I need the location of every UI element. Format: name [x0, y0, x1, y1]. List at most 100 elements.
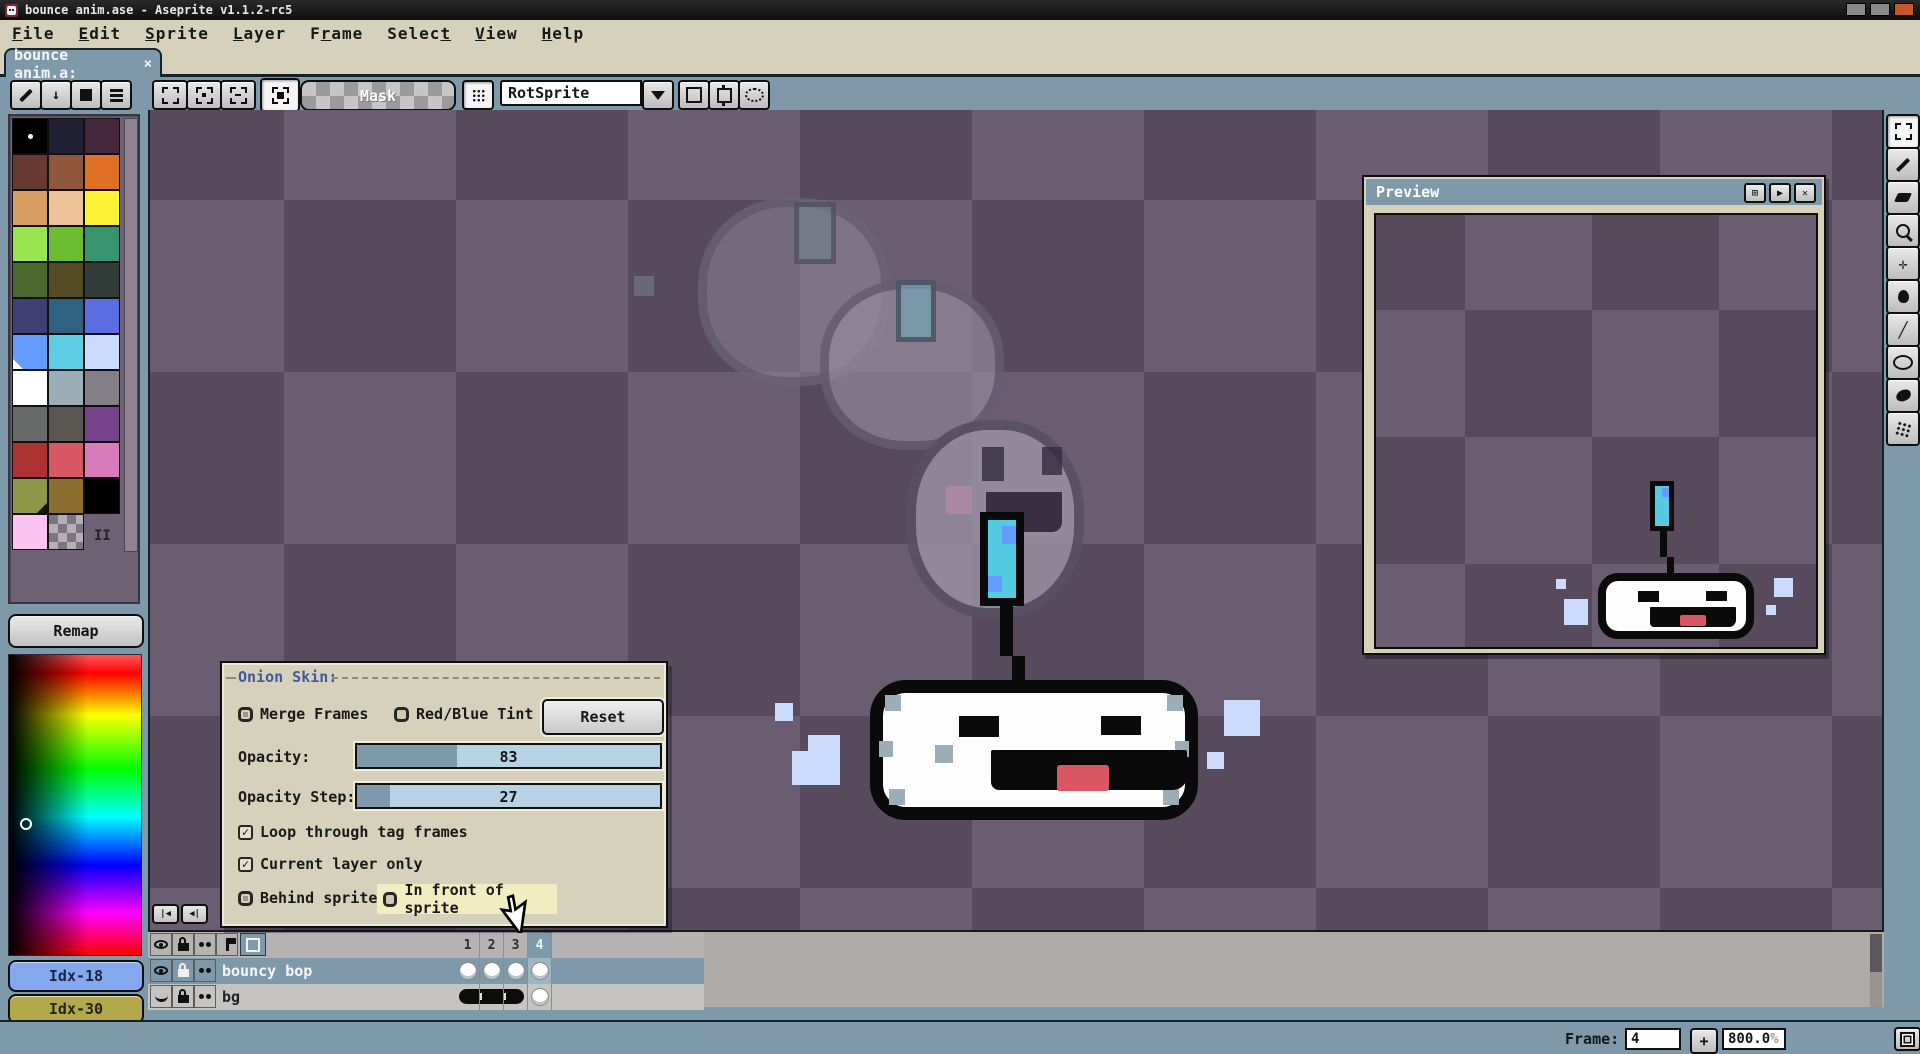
merge-frames-option[interactable]: Merge Frames [238, 705, 368, 723]
palette-swatch-10[interactable] [48, 226, 84, 262]
minimize-button[interactable] [1846, 3, 1866, 16]
square-outline-button[interactable] [678, 80, 710, 110]
cel-bouncy-bop-frame-4[interactable] [528, 958, 552, 984]
current-layer-only-option[interactable]: ✓ Current layer only [238, 855, 423, 873]
radio-on-icon[interactable] [238, 891, 253, 906]
foreground-color-button[interactable]: Idx-18 [8, 960, 144, 992]
radio-on-icon[interactable] [238, 707, 253, 722]
palette-swatch-13[interactable] [48, 262, 84, 298]
arrow-down-button[interactable]: ↓ [40, 80, 72, 110]
frame-header-1[interactable]: 1 [456, 932, 480, 958]
palette-swatch-2[interactable] [84, 118, 120, 154]
behind-sprite-option[interactable]: Behind sprite [238, 889, 377, 907]
menu-item-view[interactable]: View [463, 24, 530, 43]
lock-icon[interactable] [172, 933, 194, 956]
palette-swatch-33[interactable] [12, 514, 48, 550]
tool-ellipse-button[interactable] [1886, 345, 1920, 380]
palette-swatch-11[interactable] [84, 226, 120, 262]
expand-button[interactable] [240, 933, 266, 956]
eye-closed-icon[interactable] [150, 985, 172, 1008]
palette-swatch-22[interactable] [48, 370, 84, 406]
menu-item-select[interactable]: Select [375, 24, 463, 43]
palette-swatch-23[interactable] [84, 370, 120, 406]
loop-tag-frames-option[interactable]: ✓ Loop through tag frames [238, 823, 468, 841]
palette-swatch-21[interactable] [12, 370, 48, 406]
tool-rect-select-button[interactable] [1886, 114, 1920, 149]
lock-icon[interactable] [172, 985, 194, 1008]
pencil-mini-button[interactable] [10, 80, 42, 110]
eye-icon[interactable] [150, 933, 172, 956]
tool-zoom-button[interactable] [1886, 213, 1920, 248]
rotation-algorithm-select[interactable]: RotSprite [500, 80, 642, 106]
palette-scrollbar[interactable] [124, 118, 138, 552]
palette-swatch-18[interactable] [12, 334, 48, 370]
filled-square-button[interactable] [70, 80, 102, 110]
palette-swatch-16[interactable] [48, 298, 84, 334]
tool-pencil-button[interactable] [1886, 147, 1920, 182]
document-tab[interactable]: bounce anim.a: × [4, 48, 162, 77]
palette-swatch-3[interactable] [12, 154, 48, 190]
flag-icon[interactable] [216, 933, 238, 956]
checkbox-checked-icon[interactable]: ✓ [238, 825, 253, 840]
lock-icon[interactable] [172, 959, 194, 982]
palette-swatch-27[interactable] [12, 442, 48, 478]
palette-swatch-24[interactable] [12, 406, 48, 442]
menu-item-file[interactable]: File [0, 24, 67, 43]
preview-canvas[interactable] [1374, 213, 1818, 649]
menu-item-layer[interactable]: Layer [221, 24, 298, 43]
palette-swatch-1[interactable] [48, 118, 84, 154]
cel-bg-frame-4[interactable] [528, 984, 552, 1010]
palette-swatch-17[interactable] [84, 298, 120, 334]
onion-dots-icon[interactable] [194, 959, 216, 982]
select-intersect-button[interactable] [260, 78, 300, 112]
onion-dots-icon[interactable] [194, 933, 216, 956]
cel-bg-frame-2[interactable] [480, 984, 504, 1010]
cel-bouncy-bop-frame-3[interactable] [504, 958, 528, 984]
preview-close-button[interactable]: ✕ [1794, 183, 1816, 203]
palette-swatch-0[interactable] [12, 118, 48, 154]
palette-swatch-6[interactable] [12, 190, 48, 226]
dotted-ellipse-button[interactable] [738, 80, 770, 110]
opacity-step-slider[interactable]: 27 [355, 783, 662, 809]
cel-bouncy-bop-frame-2[interactable] [480, 958, 504, 984]
menu-lines-button[interactable] [100, 80, 132, 110]
menu-item-edit[interactable]: Edit [67, 24, 134, 43]
opacity-slider[interactable]: 83 [355, 743, 662, 769]
layer-row-bg[interactable]: bg [148, 984, 704, 1010]
palette-swatch-12[interactable] [12, 262, 48, 298]
preview-play-button[interactable]: ▶ [1769, 183, 1791, 203]
frame-number-input[interactable]: 4 [1625, 1028, 1681, 1050]
tool-eraser-button[interactable] [1886, 180, 1920, 215]
tool-spray-button[interactable] [1886, 411, 1920, 446]
grid-button[interactable] [462, 80, 494, 110]
palette-swatch-9[interactable] [12, 226, 48, 262]
frame-header-2[interactable]: 2 [480, 932, 504, 958]
radio-off-icon[interactable] [383, 892, 397, 907]
in-front-of-sprite-option[interactable]: In front of sprite [377, 884, 557, 914]
tab-close-icon[interactable]: × [144, 56, 152, 72]
palette-swatch-14[interactable] [84, 262, 120, 298]
add-frame-button[interactable]: + [1690, 1028, 1718, 1054]
palette-swatch-4[interactable] [48, 154, 84, 190]
frame-header-4[interactable]: 4 [528, 932, 552, 958]
close-button[interactable] [1894, 3, 1914, 16]
palette-swatch-15[interactable] [12, 298, 48, 334]
palette-swatch-8[interactable] [84, 190, 120, 226]
cel-bouncy-bop-frame-1[interactable] [456, 958, 480, 984]
eye-icon[interactable] [150, 959, 172, 982]
rotation-algorithm-dropdown-button[interactable] [642, 80, 674, 110]
tool-bucket-button[interactable] [1886, 279, 1920, 314]
mask-button[interactable]: Mask [300, 80, 456, 111]
palette-swatch-19[interactable] [48, 334, 84, 370]
menu-item-help[interactable]: Help [530, 24, 597, 43]
tool-line-button[interactable]: ╱ [1886, 312, 1920, 347]
palette-swatch-29[interactable] [84, 442, 120, 478]
palette-swatch-25[interactable] [48, 406, 84, 442]
layer-row-bouncy-bop[interactable]: bouncy bop [148, 958, 704, 984]
radio-off-icon[interactable] [394, 707, 409, 722]
remap-button[interactable]: Remap [8, 614, 144, 648]
color-spectrum-picker[interactable] [8, 654, 142, 956]
tool-contour-button[interactable] [1886, 378, 1920, 413]
palette-swatch-28[interactable] [48, 442, 84, 478]
onion-dots-icon[interactable] [194, 985, 216, 1008]
